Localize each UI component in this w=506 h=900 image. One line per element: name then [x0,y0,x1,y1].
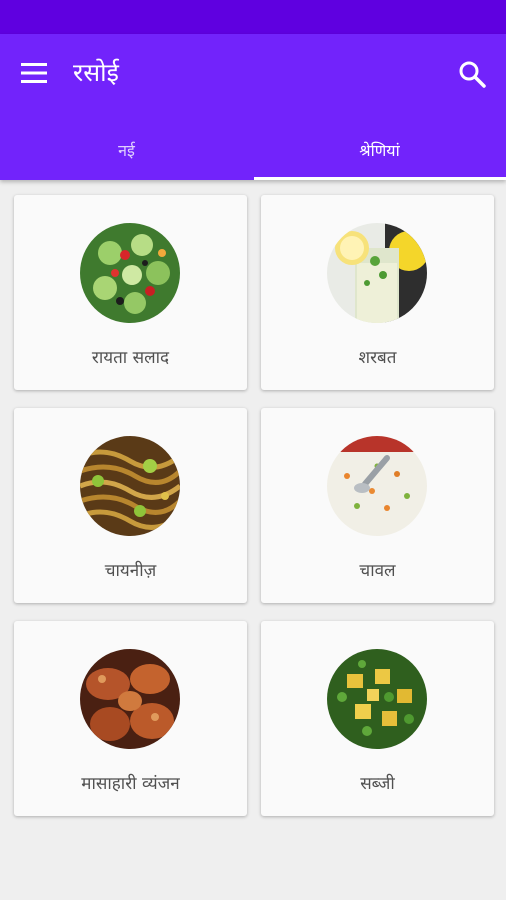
status-bar [0,0,506,34]
rice-photo [327,436,427,536]
category-card-nonveg[interactable]: मासाहारी व्यंजन [14,621,247,816]
salad-photo [80,223,180,323]
chicken-photo [80,649,180,749]
category-grid: रायता सलाद शरबत चायनीज़ चावल मासाहारी व्… [14,195,494,816]
lemonade-photo [327,223,427,323]
category-card-sharbat[interactable]: शरबत [261,195,494,390]
app-bar: रसोई नई श्रेणियां [0,34,506,180]
category-card-sabzi[interactable]: सब्जी [261,621,494,816]
search-icon [459,61,486,88]
category-label: शरबत [358,348,397,368]
vegetable-curry-photo [327,649,427,749]
category-label: रायता सलाद [91,348,170,368]
menu-button[interactable] [14,56,54,90]
app-title: रसोई [73,58,119,87]
hamburger-menu-icon [21,63,47,83]
search-button[interactable] [452,54,492,94]
category-card-rice[interactable]: चावल [261,408,494,603]
category-card-chinese[interactable]: चायनीज़ [14,408,247,603]
category-label: सब्जी [360,774,395,794]
category-label: चायनीज़ [104,561,157,581]
tab-bar: नई श्रेणियां [0,120,506,180]
category-label: चावल [359,561,396,581]
tab-new[interactable]: नई [0,120,253,180]
category-card-raita-salad[interactable]: रायता सलाद [14,195,247,390]
tab-categories[interactable]: श्रेणियां [253,120,506,180]
category-label: मासाहारी व्यंजन [81,774,180,794]
tab-selected-indicator [254,177,506,180]
noodles-photo [80,436,180,536]
